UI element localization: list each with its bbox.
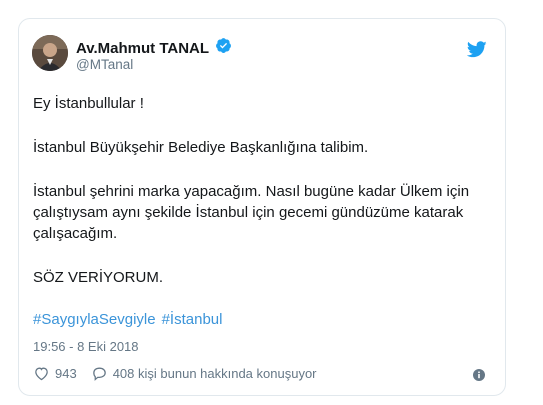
tweet-paragraph-2: İstanbul Büyükşehir Belediye Başkanlığın… [33,139,369,156]
tweet-card: Av.Mahmut TANAL @MTanal Ey İstanbullular… [18,18,506,396]
heart-icon [35,367,48,381]
info-icon[interactable] [473,369,485,381]
avatar[interactable] [32,35,68,71]
author-name-row[interactable]: Av.Mahmut TANAL [76,37,232,59]
tweet-paragraph-1: Ey İstanbullular ! [33,95,144,112]
conversation-button[interactable]: 408 kişi bunun hakkında konuşuyor [91,365,317,382]
author-handle[interactable]: @MTanal [76,57,133,72]
reply-icon [92,367,106,381]
twitter-bird-icon[interactable] [467,41,487,58]
author-name[interactable]: Av.Mahmut TANAL [76,40,209,57]
conversation-count: 408 kişi bunun hakkında konuşuyor [112,366,317,381]
verified-badge-icon [215,37,232,59]
hashtag-istanbul[interactable]: #İstanbul [162,311,223,328]
hashtag-saygiylasevgiyle[interactable]: #SaygıylaSevgiyle [33,311,156,328]
like-count: 943 [55,366,77,381]
action-bar: 943 408 kişi bunun hakkında konuşuyor [33,365,317,382]
like-button[interactable]: 943 [33,365,77,382]
tweet-paragraph-4: SÖZ VERİYORUM. [33,269,164,286]
tweet-paragraph-3: İstanbul şehrini marka yapacağım. Nasıl … [33,183,470,242]
tweet-timestamp[interactable]: 19:56 - 8 Eki 2018 [33,339,139,354]
hashtags: #SaygıylaSevgiyle #İstanbul [33,311,222,328]
